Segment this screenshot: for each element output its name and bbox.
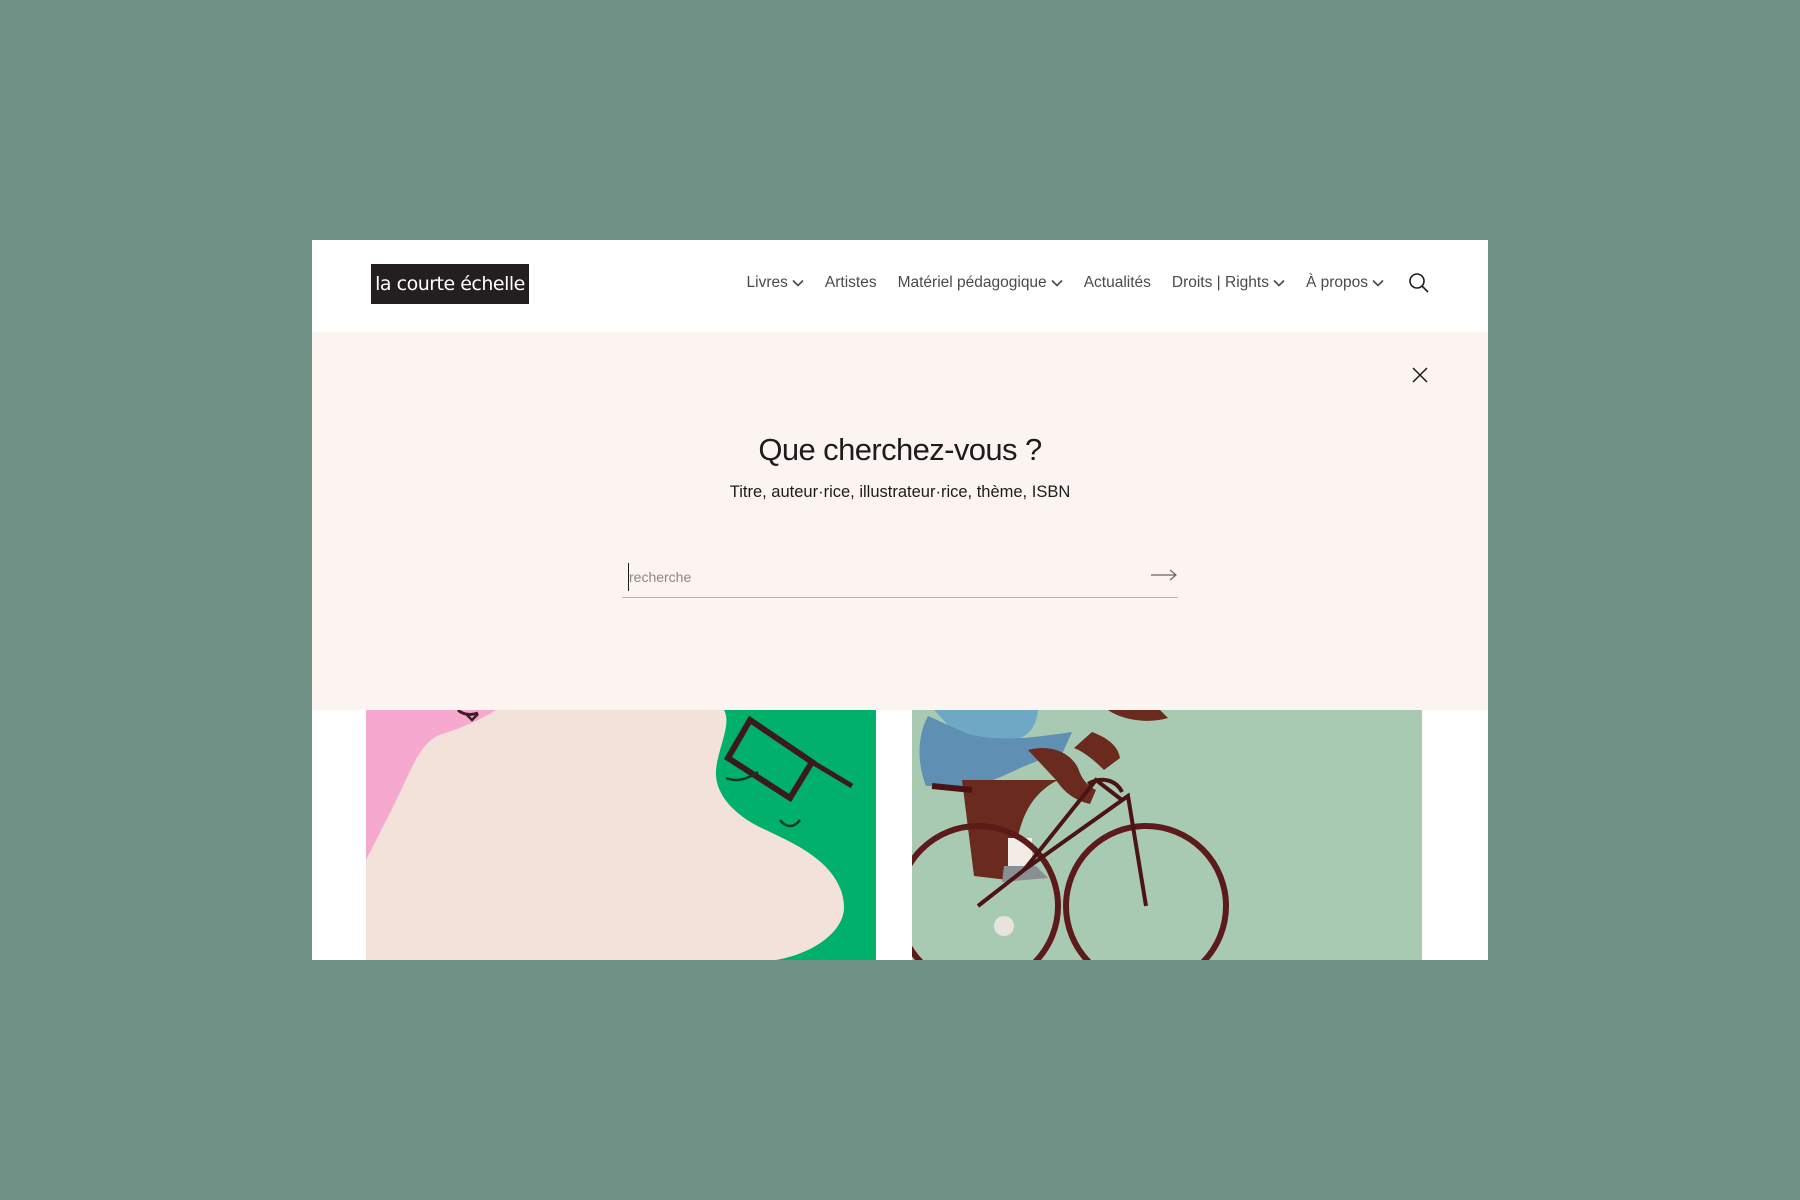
nav-item-label: Matériel pédagogique (897, 274, 1047, 291)
nav-item-label: Droits | Rights (1171, 274, 1269, 291)
nav-item-a-propos[interactable]: À propos (1306, 274, 1384, 292)
nav-item-label: Livres (746, 274, 788, 291)
close-icon[interactable] (1410, 365, 1430, 385)
illustration-artwork (912, 710, 1229, 960)
search-icon[interactable] (1408, 272, 1430, 294)
nav-item-actualites[interactable]: Actualités (1084, 274, 1151, 292)
chevron-down-icon (1051, 279, 1063, 287)
nav-item-label: À propos (1305, 274, 1368, 291)
nav-item-materiel-pedagogique[interactable]: Matériel pédagogique (898, 274, 1063, 292)
nav-item-label: Actualités (1083, 274, 1151, 291)
nav-item-label: Artistes (824, 274, 877, 291)
chevron-down-icon (1372, 279, 1384, 287)
chevron-down-icon (1273, 279, 1285, 287)
book-cover-illustration-left[interactable] (366, 710, 876, 960)
search-field (622, 557, 1178, 598)
search-input[interactable] (628, 563, 1131, 591)
illustration-artwork (366, 710, 876, 960)
site-logo[interactable]: la courte échelle (371, 264, 529, 304)
search-overlay: Que cherchez-vous ? Titre, auteur·rice, … (312, 332, 1488, 710)
site-header: la courte échelle Livres Artistes Matéri… (312, 240, 1488, 332)
nav-item-livres[interactable]: Livres (747, 274, 804, 292)
chevron-down-icon (792, 279, 804, 287)
arrow-right-icon[interactable] (1150, 567, 1178, 583)
search-heading: Que cherchez-vous ? (758, 432, 1042, 467)
main-nav: Livres Artistes Matériel pédagogique Act… (747, 271, 1430, 295)
nav-item-droits-rights[interactable]: Droits | Rights (1172, 274, 1285, 292)
nav-item-artistes[interactable]: Artistes (825, 274, 877, 292)
book-cover-illustration-right[interactable] (912, 710, 1422, 960)
search-subheading: Titre, auteur·rice, illustrateur·rice, t… (729, 483, 1071, 501)
browser-page: la courte échelle Livres Artistes Matéri… (312, 240, 1488, 960)
